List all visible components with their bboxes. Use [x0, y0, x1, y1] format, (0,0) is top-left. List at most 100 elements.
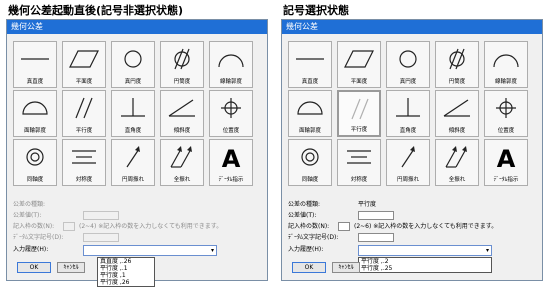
position-icon [496, 98, 516, 118]
symmetry-icon [347, 150, 371, 164]
symbol-button[interactable]: 真円度 [111, 41, 155, 88]
symbol-label: 直角度 [399, 128, 417, 134]
history-option[interactable]: 平行度 ,.1 [98, 265, 154, 272]
surface-profile-icon [22, 101, 48, 115]
symbol-button[interactable]: 円周振れ [111, 139, 155, 186]
symbol-button[interactable]: 傾斜度 [160, 90, 204, 137]
datum-input[interactable] [83, 233, 119, 242]
tolerance-input[interactable] [358, 211, 394, 220]
symbol-button[interactable]: 位置度 [209, 90, 253, 137]
symbol-button[interactable]: 傾斜度 [435, 90, 479, 137]
symbol-label: 対称度 [75, 177, 93, 183]
window-title: 幾何公差 [282, 20, 542, 34]
symbol-label: 同軸度 [26, 177, 44, 183]
symbol-button[interactable]: 平面度 [337, 41, 381, 88]
symbol-label: 平面度 [75, 79, 93, 85]
symbol-button[interactable]: 対称度 [62, 139, 106, 186]
frame-count-row: 記入枠の数(N): (2~6) ※記入枠の数を入力しなくても利用できます。 [288, 222, 538, 232]
history-row: 入力履歴(H): [288, 245, 323, 255]
symbol-label: 真直度 [26, 79, 44, 85]
symbol-button[interactable]: 線輪郭度 [484, 41, 528, 88]
angularity-icon [443, 99, 470, 117]
line-profile-icon [493, 54, 519, 68]
type-row: 公差の種類: [13, 200, 45, 210]
history-select[interactable]: ▾ [83, 245, 217, 256]
symbol-label: ﾃﾞｰﾀﾑ指示 [493, 177, 519, 183]
history-option[interactable]: 平行度 ,1 [98, 272, 154, 279]
frame-count-input[interactable] [63, 222, 75, 231]
frame-count-row: 記入枠の数(N): (2~4) ※記入枠の数を入力しなくても利用できます。 [13, 222, 263, 232]
straightness-icon [21, 58, 49, 60]
circular-runout-icon [126, 146, 140, 168]
symbol-button[interactable]: A ﾃﾞｰﾀﾑ指示 [484, 139, 528, 186]
history-option[interactable]: 真直度 ,.26 [98, 258, 154, 265]
datum-row: ﾃﾞｰﾀﾑ文字記号(D): [13, 233, 263, 243]
symbol-button[interactable]: 真円度 [386, 41, 430, 88]
history-label: 入力履歴(H): [288, 246, 324, 253]
symbol-button[interactable]: 円筒度 [160, 41, 204, 88]
symbol-label: 傾斜度 [448, 128, 466, 134]
ok-button[interactable]: OK [292, 262, 326, 273]
ok-button[interactable]: OK [17, 262, 51, 273]
position-icon [221, 98, 241, 118]
symbol-button[interactable]: 円周振れ [386, 139, 430, 186]
svg-text:A: A [497, 145, 516, 171]
symbol-button[interactable]: 面輪郭度 [288, 90, 332, 137]
tolerance-label: 公差値(T): [13, 212, 42, 219]
chevron-down-icon[interactable]: ▾ [486, 246, 489, 255]
tolerance-input[interactable] [83, 211, 119, 220]
symbol-button[interactable]: 平面度 [62, 41, 106, 88]
line-profile-icon [218, 54, 244, 68]
symbol-button[interactable]: 位置度 [484, 90, 528, 137]
history-option[interactable]: 平行度 ,.25 [359, 265, 491, 272]
total-runout-icon [445, 146, 467, 168]
symbol-button[interactable]: 平行度 [62, 90, 106, 137]
symbol-label: 面輪郭度 [23, 128, 46, 134]
symbol-label: 真直度 [301, 79, 319, 85]
symbol-button[interactable]: 真直度 [13, 41, 57, 88]
flatness-icon [69, 50, 99, 68]
total-runout-icon [170, 146, 192, 168]
tolerance-row: 公差値(T): [288, 211, 538, 221]
symbol-button[interactable]: A ﾃﾞｰﾀﾑ指示 [209, 139, 253, 186]
symbol-label: 全振れ [173, 177, 191, 183]
datum-input[interactable] [358, 233, 394, 242]
concentricity-icon [26, 148, 44, 166]
perpendicularity-icon [396, 98, 420, 117]
symbol-button[interactable]: 直角度 [386, 90, 430, 137]
frame-count-input[interactable] [338, 222, 350, 231]
history-option[interactable]: 平行度 ,.2 [359, 258, 491, 265]
frame-count-note: (2~4) ※記入枠の数を入力しなくても利用できます。 [79, 223, 223, 230]
window-title: 幾何公差 [7, 20, 267, 34]
symbol-button[interactable]: 全振れ [435, 139, 479, 186]
flatness-icon [344, 50, 374, 68]
symbol-label: 平面度 [350, 79, 368, 85]
symbol-grid: 真直度 平面度 真円度 円筒度 線輪郭度面輪郭度 平行度 直角度 傾斜度 位置度同軸度 対称度 円周… [288, 41, 536, 186]
symbol-label: 同軸度 [301, 177, 319, 183]
tolerance-row: 公差値(T): [13, 211, 263, 221]
symbol-button[interactable]: 全振れ [160, 139, 204, 186]
symbol-button[interactable]: 円筒度 [435, 41, 479, 88]
datum-indicator-icon: A [497, 145, 516, 171]
symbol-label: 平行度 [350, 127, 368, 133]
cancel-button[interactable]: ｷｬﾝｾﾙ [332, 262, 360, 273]
symbol-button[interactable]: 対称度 [337, 139, 381, 186]
type-label: 公差の種類: [13, 201, 46, 208]
symbol-button[interactable]: 同軸度 [13, 139, 57, 186]
chevron-down-icon[interactable]: ▾ [211, 246, 214, 255]
circularity-icon [124, 50, 142, 68]
symbol-button[interactable]: 真直度 [288, 41, 332, 88]
symbol-button[interactable]: 同軸度 [288, 139, 332, 186]
history-label: 入力履歴(H): [13, 246, 49, 253]
symbol-button[interactable]: 平行度 [337, 90, 381, 137]
symbol-button[interactable]: 面輪郭度 [13, 90, 57, 137]
history-select[interactable]: ▾ [358, 245, 492, 256]
datum-label: ﾃﾞｰﾀﾑ文字記号(D): [288, 234, 339, 241]
symbol-label: 位置度 [222, 128, 240, 134]
symbol-button[interactable]: 線輪郭度 [209, 41, 253, 88]
symbol-label: 真円度 [124, 79, 142, 85]
symbol-label: 円筒度 [173, 79, 191, 85]
symbol-label: 直角度 [124, 128, 142, 134]
cancel-button[interactable]: ｷｬﾝｾﾙ [57, 262, 85, 273]
symbol-button[interactable]: 直角度 [111, 90, 155, 137]
